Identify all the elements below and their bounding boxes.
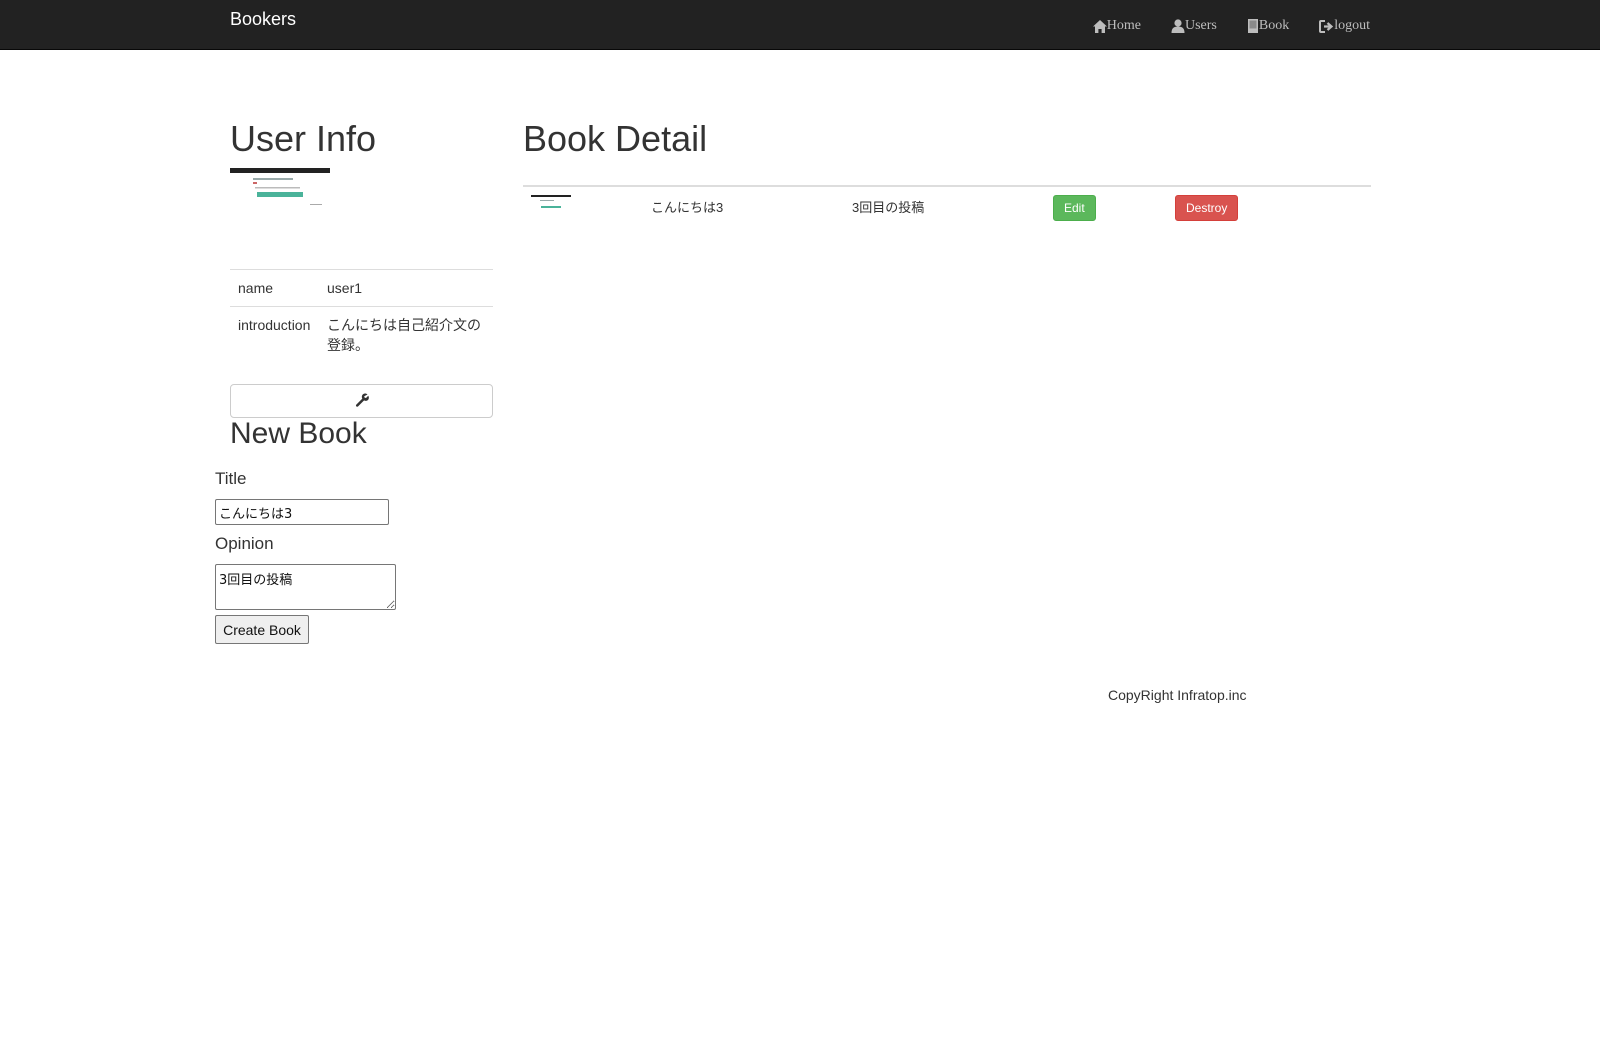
- book-title-cell: こんにちは3: [643, 185, 844, 229]
- table-row: name user1: [230, 269, 493, 307]
- book-destroy-cell: Destroy: [1167, 185, 1371, 229]
- book-user-image[interactable]: [531, 195, 571, 214]
- info-value-name: user1: [319, 269, 493, 307]
- info-value-introduction: こんにちは自己紹介文の登録。: [319, 306, 493, 363]
- nav-users[interactable]: Users: [1171, 18, 1217, 34]
- destroy-book-button[interactable]: Destroy: [1175, 195, 1239, 221]
- logout-icon: [1319, 19, 1334, 33]
- title-label: Title: [215, 469, 247, 488]
- navbar: Bookers Home Users Book logout: [0, 0, 1600, 50]
- book-user-image-cell: [523, 185, 643, 229]
- title-input[interactable]: [215, 499, 389, 525]
- table-row: introduction こんにちは自己紹介文の登録。: [230, 306, 493, 363]
- nav-logout[interactable]: logout: [1319, 18, 1370, 34]
- info-key-name: name: [230, 269, 319, 307]
- edit-book-button[interactable]: Edit: [1053, 195, 1096, 221]
- info-key-introduction: introduction: [230, 306, 319, 363]
- nav-links: Home Users Book logout: [1063, 18, 1370, 34]
- opinion-textarea[interactable]: 3回目の投稿: [215, 564, 396, 610]
- book-detail-table: こんにちは3 3回目の投稿 Edit Destroy: [523, 185, 1371, 229]
- user-info-table: name user1 introduction こんにちは自己紹介文の登録。: [230, 269, 493, 363]
- footer-copyright: CopyRight Infratop.inc: [1108, 687, 1247, 703]
- book-icon: [1247, 19, 1259, 33]
- profile-image: [230, 168, 330, 208]
- book-opinion-cell: 3回目の投稿: [844, 185, 1045, 229]
- nav-home-label: Home: [1106, 18, 1141, 33]
- create-book-button[interactable]: Create Book: [215, 615, 309, 644]
- opinion-label: Opinion: [215, 534, 274, 553]
- wrench-icon: [355, 393, 369, 410]
- user-info-heading: User Info: [230, 118, 377, 159]
- user-icon: [1171, 19, 1185, 33]
- book-detail-heading: Book Detail: [523, 118, 708, 159]
- nav-book-label: Book: [1258, 18, 1290, 33]
- nav-book[interactable]: Book: [1247, 18, 1289, 34]
- nav-logout-label: logout: [1334, 18, 1370, 33]
- table-row: こんにちは3 3回目の投稿 Edit Destroy: [523, 185, 1371, 229]
- edit-user-button[interactable]: [230, 384, 493, 418]
- nav-users-label: Users: [1184, 18, 1217, 33]
- book-edit-cell: Edit: [1045, 185, 1167, 229]
- nav-home[interactable]: Home: [1092, 18, 1141, 34]
- home-icon: [1092, 19, 1107, 33]
- brand-link[interactable]: Bookers: [230, 9, 296, 30]
- new-book-heading: New Book: [230, 417, 367, 450]
